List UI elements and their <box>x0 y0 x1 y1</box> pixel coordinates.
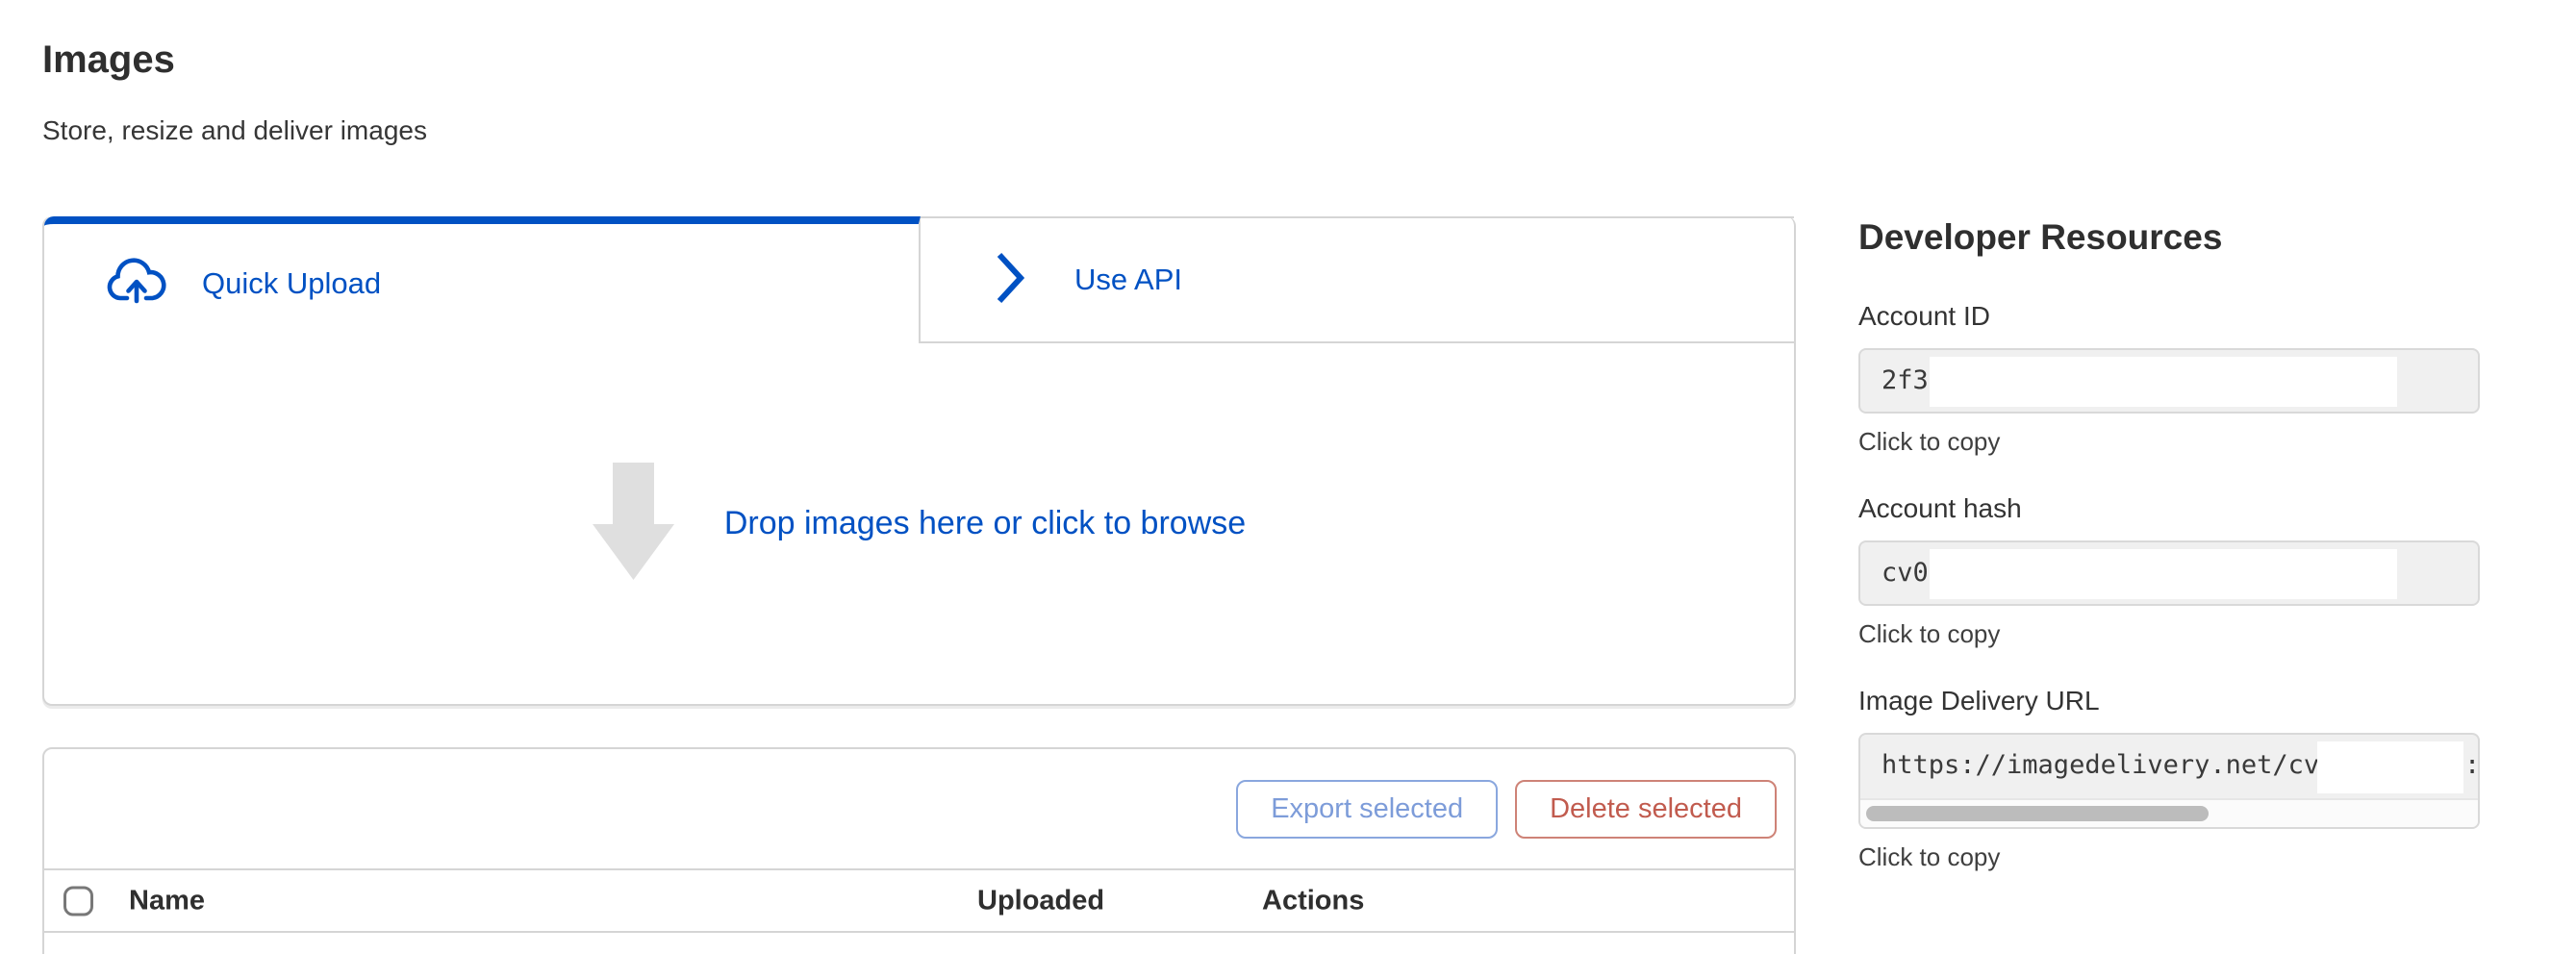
account-id-field: Account ID 2f3d Click to copy <box>1858 300 2482 457</box>
table-actions-row: Export selected Delete selected <box>44 749 1794 870</box>
redaction-overlay <box>1930 549 2397 599</box>
account-hash-copy-hint: Click to copy <box>1858 618 2482 649</box>
page-title: Images <box>42 38 175 82</box>
redaction-overlay <box>1930 357 2397 407</box>
account-hash-field: Account hash cv0J Click to copy <box>1858 492 2482 649</box>
table-header-row: Name Uploaded Actions <box>44 870 1794 933</box>
images-page: Images Store, resize and deliver images … <box>0 0 2576 954</box>
upload-tabs: Quick Upload Use API <box>44 216 1794 343</box>
export-selected-button[interactable]: Export selected <box>1236 780 1498 839</box>
dropzone[interactable]: Drop images here or click to browse <box>44 343 1794 704</box>
account-id-label: Account ID <box>1858 300 2482 333</box>
column-header-name: Name <box>129 885 205 916</box>
cloud-upload-icon <box>106 257 167 312</box>
image-delivery-url-field: Image Delivery URL https://imagedelivery… <box>1858 685 2482 872</box>
tab-use-api-label: Use API <box>1074 263 1182 297</box>
select-all-checkbox[interactable] <box>63 886 93 916</box>
tab-quick-upload-label: Quick Upload <box>202 266 381 301</box>
account-hash-copy-box[interactable]: cv0J <box>1858 540 2480 606</box>
arrow-down-icon <box>593 463 674 585</box>
page-subtitle: Store, resize and deliver images <box>42 115 427 146</box>
tab-use-api[interactable]: Use API <box>921 216 1794 343</box>
chevron-right-icon <box>996 251 1024 310</box>
account-hash-label: Account hash <box>1858 492 2482 525</box>
redaction-overlay <box>2317 741 2463 793</box>
url-horizontal-scrollbar <box>1860 798 2478 827</box>
image-delivery-url-label: Image Delivery URL <box>1858 685 2482 717</box>
image-delivery-url-copy-box[interactable]: https://imagedelivery.net/cv0JS : <box>1858 733 2480 829</box>
url-scrollbar-thumb[interactable] <box>1866 806 2209 821</box>
image-delivery-url-value-fragment: : <box>2464 735 2480 796</box>
dropzone-label: Drop images here or click to browse <box>724 505 1246 542</box>
developer-resources-title: Developer Resources <box>1858 217 2222 258</box>
account-id-copy-box[interactable]: 2f3d <box>1858 348 2480 414</box>
tab-quick-upload[interactable]: Quick Upload <box>44 216 921 343</box>
column-header-actions: Actions <box>1262 885 1364 916</box>
image-delivery-url-copy-hint: Click to copy <box>1858 841 2482 872</box>
column-header-uploaded: Uploaded <box>977 885 1104 916</box>
upload-card: Quick Upload Use API Drop images here or… <box>42 216 1796 706</box>
images-table-card: Export selected Delete selected Name Upl… <box>42 747 1796 954</box>
delete-selected-button[interactable]: Delete selected <box>1515 780 1777 839</box>
image-delivery-url-value: https://imagedelivery.net/cv0JS <box>1881 735 2366 796</box>
account-id-copy-hint: Click to copy <box>1858 426 2482 457</box>
